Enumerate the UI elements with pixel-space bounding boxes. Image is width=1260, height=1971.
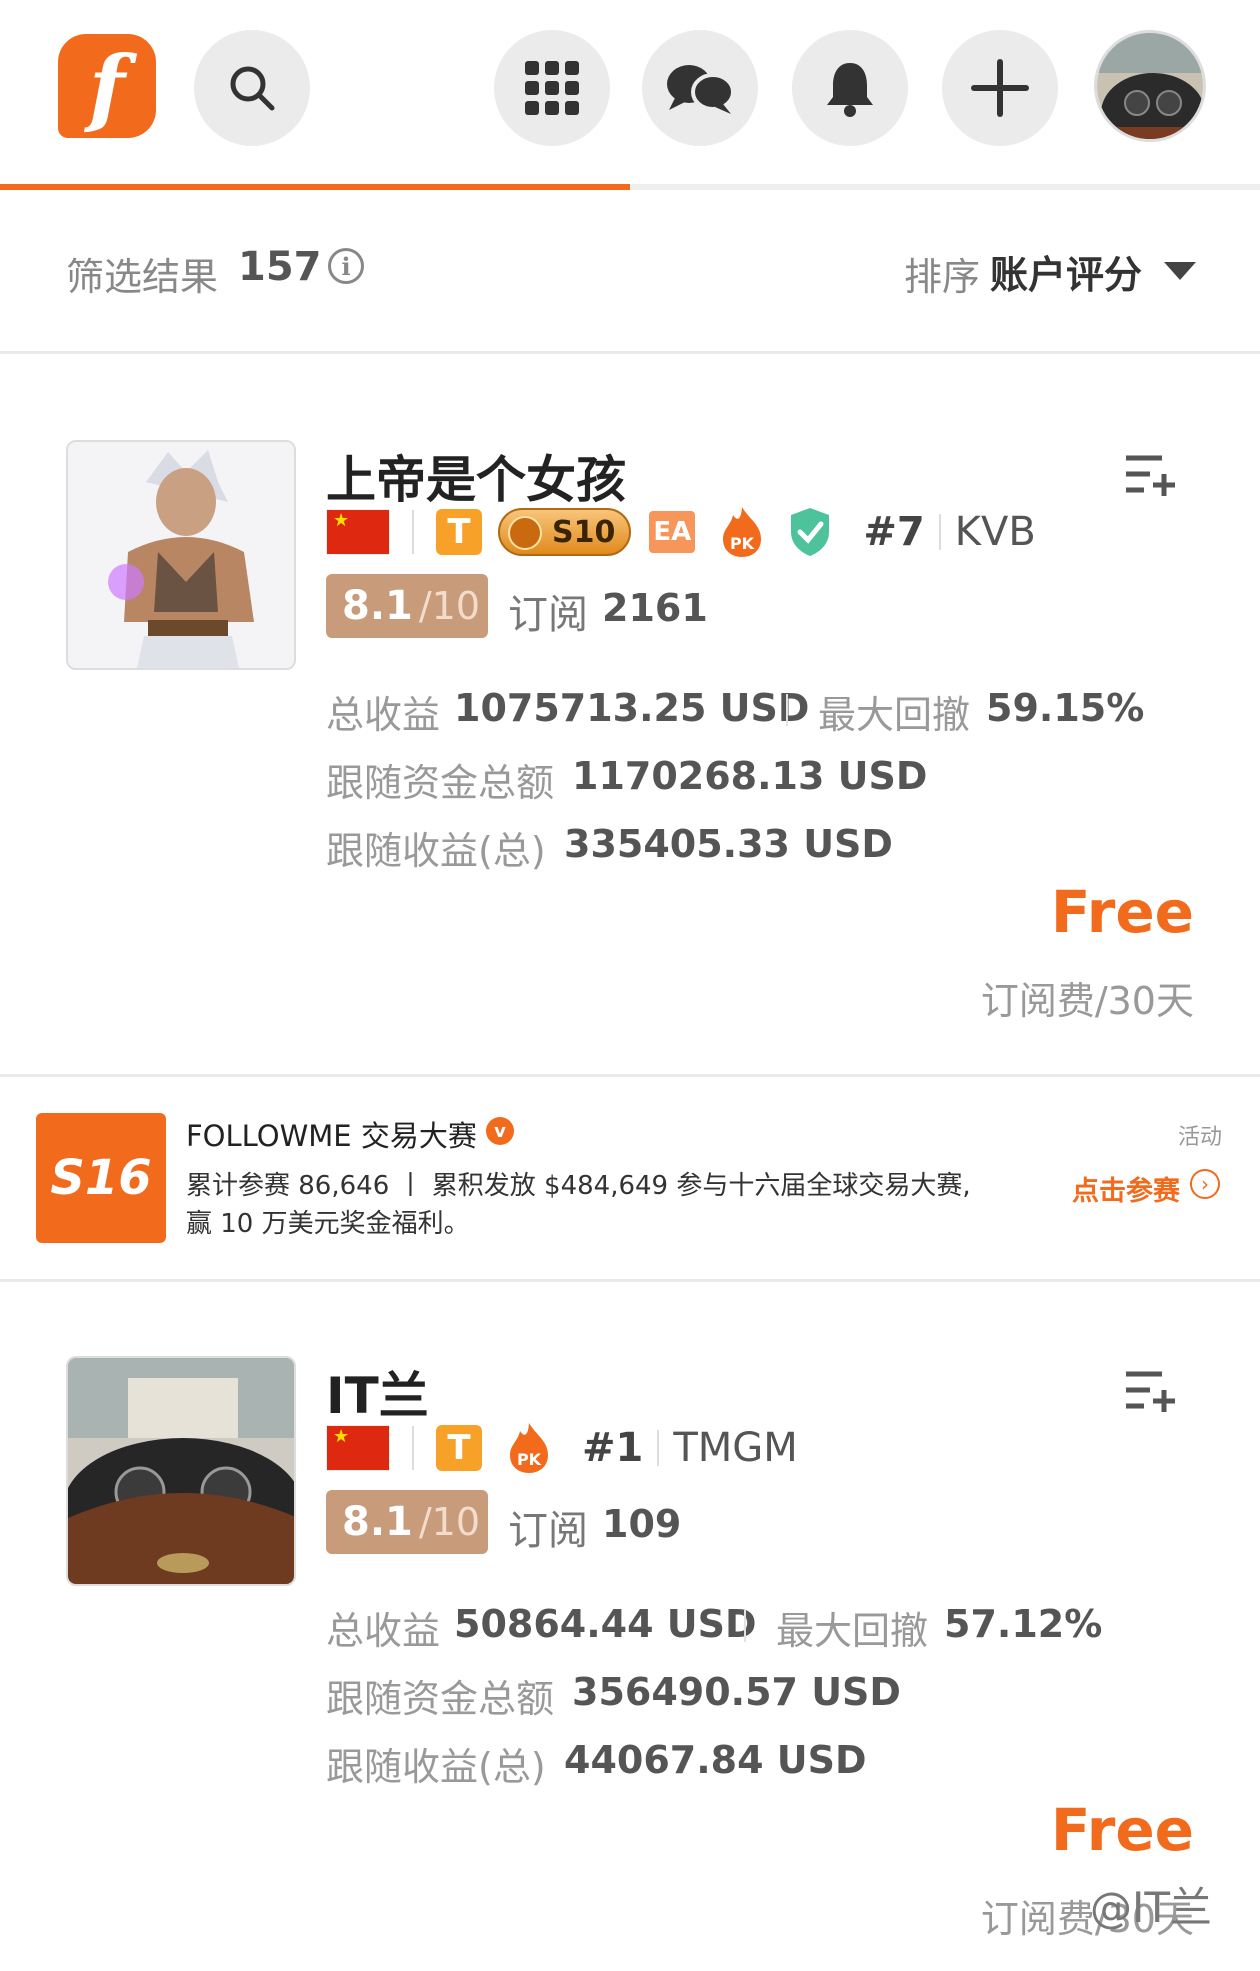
china-flag-icon: ★	[326, 509, 390, 555]
subscriber-label: 订阅	[508, 1508, 588, 1554]
subscriber-count: 109	[602, 1502, 682, 1546]
sort-label: 排序	[904, 255, 981, 299]
badge-row: ★ T S10 EA PK #7 KVB	[326, 502, 1036, 562]
svg-text:PK: PK	[517, 1450, 542, 1469]
user-avatar[interactable]	[1094, 30, 1206, 142]
search-icon	[230, 66, 275, 111]
contest-stats: 累计参赛 86,646 丨 累积发放 $484,649 参与十六届全球交易大赛,	[186, 1171, 971, 1201]
subscription-price[interactable]: Free	[1051, 878, 1194, 946]
subscriber-count: 2161	[602, 586, 708, 630]
follow-profit-value: 335405.33 USD	[564, 822, 893, 866]
filter-result-label: 筛选结果	[66, 255, 219, 299]
t-badge: T	[436, 509, 482, 555]
badge-row: ★ T PK #1 TMGM	[326, 1418, 798, 1478]
rating-badge: 8.1 /10	[326, 574, 488, 638]
china-flag-icon: ★	[326, 1425, 390, 1471]
verified-shield-icon	[791, 508, 830, 556]
broker-name: TMGM	[673, 1425, 798, 1471]
bell-icon	[827, 63, 873, 117]
follow-profit-value: 44067.84 USD	[564, 1738, 867, 1782]
grid-icon	[525, 61, 579, 115]
contest-title: FOLLOWME 交易大赛	[186, 1119, 477, 1153]
max-drawdown-value: 59.15%	[986, 686, 1145, 730]
follow-funds-label: 跟随资金总额	[326, 761, 555, 805]
total-profit-label: 总收益	[326, 1609, 441, 1653]
create-button[interactable]	[942, 30, 1058, 146]
subscription-price[interactable]: Free	[1051, 1796, 1194, 1864]
app-logo[interactable]: f	[58, 34, 156, 138]
subscription-price-unit: 订阅费/30天	[980, 979, 1194, 1023]
svg-text:PK: PK	[730, 534, 755, 553]
rating-max: /10	[418, 584, 481, 628]
follow-profit-label: 跟随收益(总)	[326, 829, 546, 873]
pk-fire-icon: PK	[719, 505, 765, 559]
chat-icon	[667, 65, 735, 114]
top-app-bar: f	[0, 0, 1260, 190]
rating-score: 8.1	[342, 583, 413, 629]
messages-button[interactable]	[642, 30, 758, 146]
contest-prize: 赢 10 万美元奖金福利。	[186, 1209, 470, 1239]
rating-score: 8.1	[342, 1499, 413, 1545]
add-to-list-icon[interactable]	[1122, 450, 1178, 500]
rating-badge: 8.1 /10	[326, 1490, 488, 1554]
follow-funds-value: 1170268.13 USD	[572, 754, 928, 798]
trader-card[interactable]: 上帝是个女孩 ★ T S10 EA PK #7 KVB 8.1 /10 订阅 2…	[0, 440, 1260, 1074]
plus-icon	[971, 59, 1029, 117]
trader-rank: #1	[582, 1425, 644, 1471]
chevron-right-icon[interactable]: ›	[1190, 1169, 1220, 1199]
broker-name: KVB	[954, 509, 1036, 555]
filter-result-count: 157	[238, 244, 322, 290]
filter-bar: 筛选结果 157 i 排序 账户评分	[0, 190, 1260, 354]
subscriber-label: 订阅	[508, 592, 588, 638]
max-drawdown-label: 最大回撤	[776, 1609, 929, 1653]
trader-card[interactable]: IT兰 ★ T PK #1 TMGM 8.1 /10 订阅 109 总收益 50…	[0, 1356, 1260, 1971]
search-button[interactable]	[194, 30, 310, 146]
watermark: @IT兰	[1090, 1883, 1213, 1932]
ea-badge: EA	[649, 511, 696, 553]
activity-tag: 活动	[1178, 1125, 1223, 1150]
total-profit-value: 50864.44 USD	[454, 1602, 757, 1646]
caret-down-icon[interactable]	[1164, 262, 1196, 280]
verified-icon: v	[486, 1117, 514, 1145]
t-badge: T	[436, 1425, 482, 1471]
add-to-list-icon[interactable]	[1122, 1366, 1178, 1416]
sort-dropdown[interactable]: 账户评分	[990, 244, 1142, 299]
info-icon[interactable]: i	[328, 248, 364, 284]
contest-banner[interactable]: S16 FOLLOWME 交易大赛 v 累计参赛 86,646 丨 累积发放 $…	[0, 1074, 1260, 1282]
trader-avatar[interactable]	[66, 1356, 296, 1586]
gem-icon	[508, 516, 542, 550]
trader-rank: #7	[863, 509, 925, 555]
apps-grid-button[interactable]	[494, 30, 610, 146]
notifications-button[interactable]	[792, 30, 908, 146]
trader-avatar[interactable]	[66, 440, 296, 670]
max-drawdown-label: 最大回撤	[818, 693, 971, 737]
total-profit-label: 总收益	[326, 693, 441, 737]
follow-funds-label: 跟随资金总额	[326, 1677, 555, 1721]
total-profit-value: 1075713.25 USD	[454, 686, 810, 730]
s10-badge: S10	[498, 508, 632, 556]
rating-max: /10	[418, 1500, 481, 1544]
join-contest-link[interactable]: 点击参赛	[1072, 1169, 1180, 1208]
pk-fire-icon: PK	[506, 1421, 552, 1475]
contest-logo: S16	[36, 1113, 166, 1243]
max-drawdown-value: 57.12%	[944, 1602, 1103, 1646]
follow-profit-label: 跟随收益(总)	[326, 1745, 546, 1789]
follow-funds-value: 356490.57 USD	[572, 1670, 901, 1714]
